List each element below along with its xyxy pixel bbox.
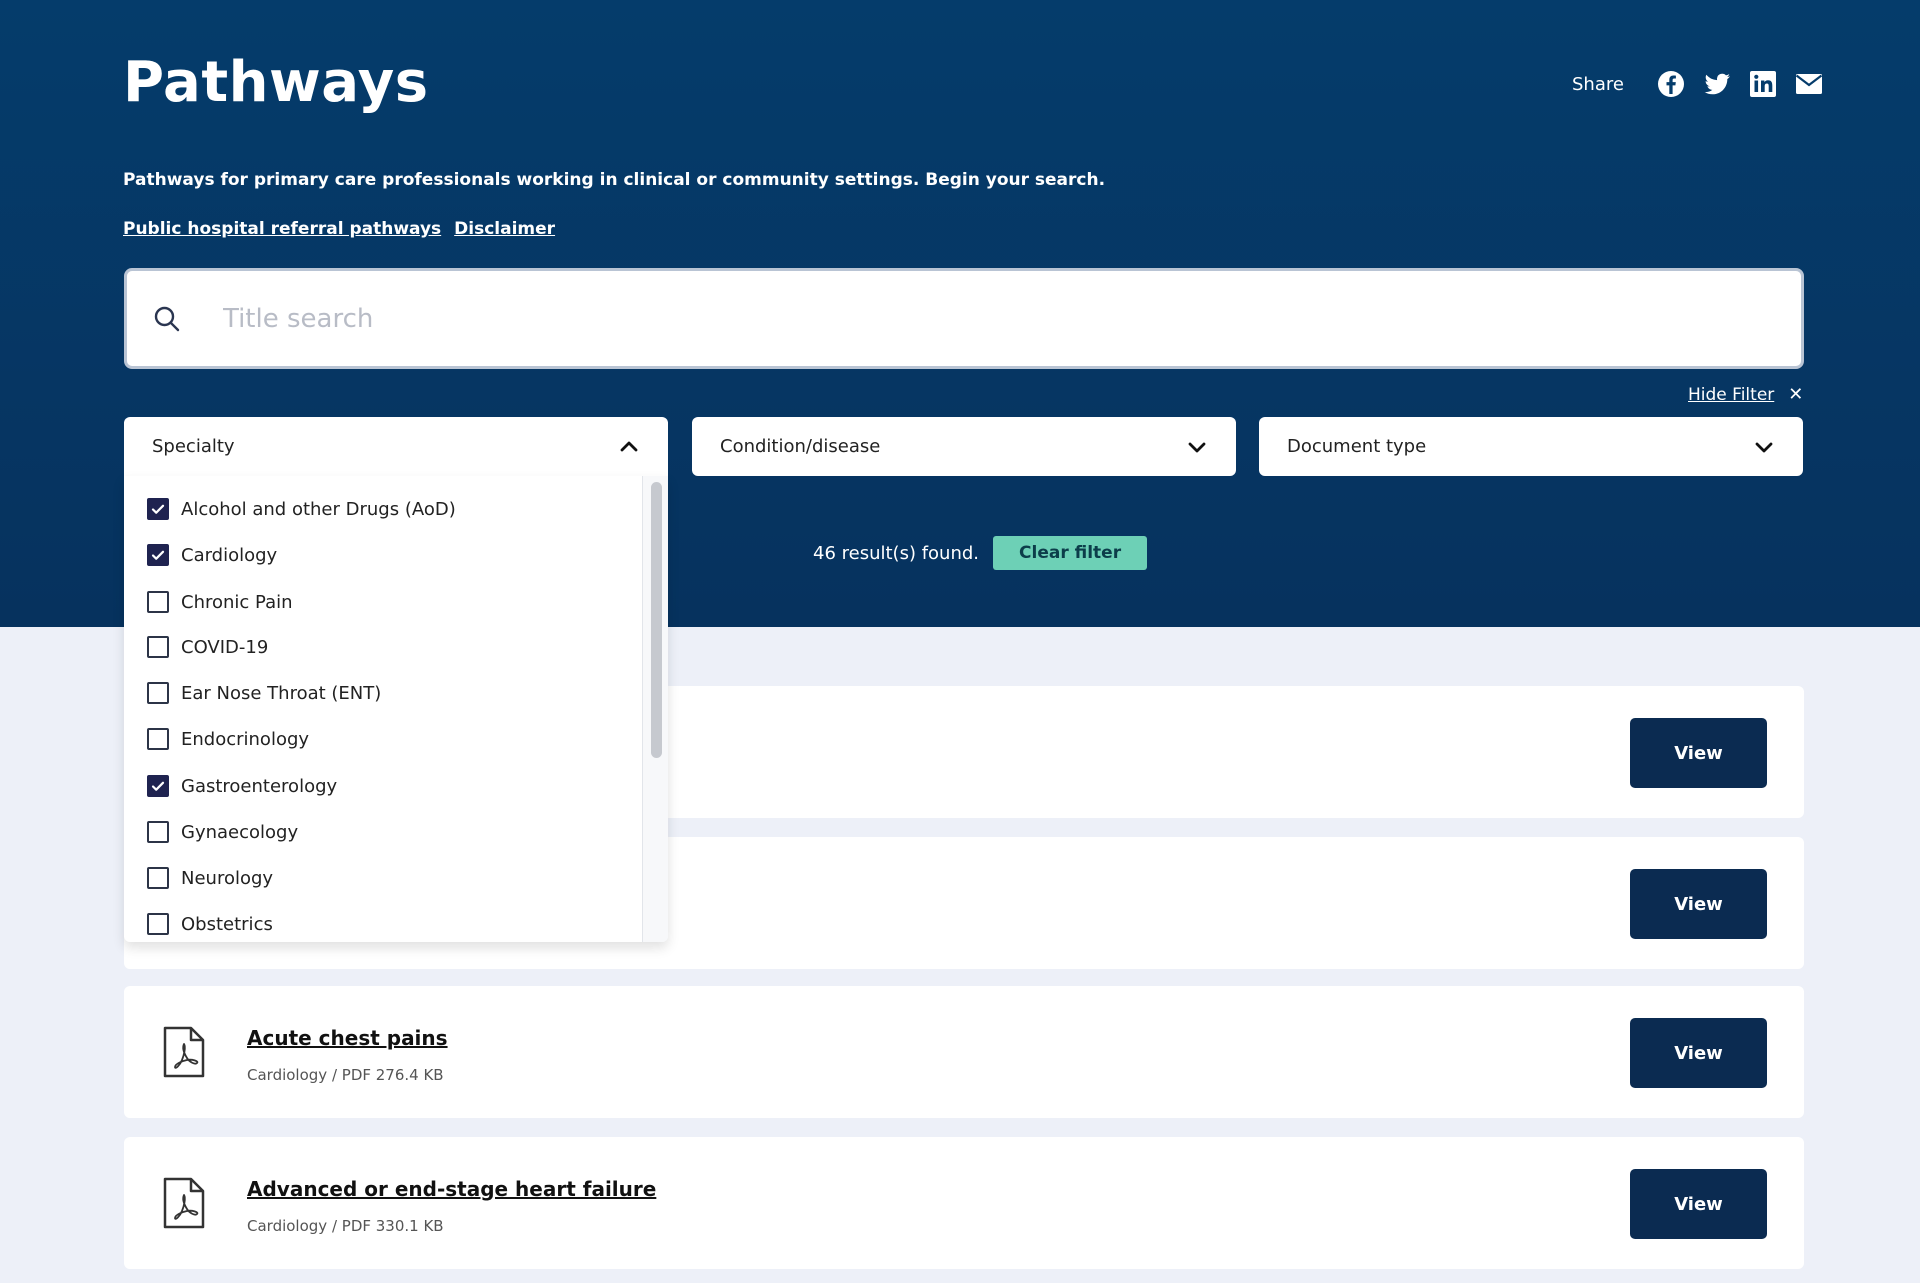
view-button[interactable]: View [1630, 718, 1767, 788]
result-title-link[interactable]: Advanced or end-stage heart failure [247, 1177, 656, 1201]
specialty-option-label: Neurology [181, 867, 274, 889]
linkedin-icon[interactable] [1748, 69, 1778, 99]
checkbox[interactable] [147, 821, 169, 843]
document-type-filter-label: Document type [1287, 436, 1427, 457]
checkbox-checked[interactable] [147, 775, 169, 797]
result-title-link[interactable]: Acute chest pains [247, 1026, 448, 1050]
specialty-filter-label: Specialty [152, 436, 235, 457]
checkbox[interactable] [147, 728, 169, 750]
results-bar: 46 result(s) found. Clear filter [813, 536, 1148, 570]
result-card: Advanced or end-stage heart failure Card… [124, 1137, 1804, 1269]
specialty-option-label: Alcohol and other Drugs (AoD) [181, 498, 456, 520]
specialty-option[interactable]: COVID-19 [147, 633, 268, 661]
specialty-option[interactable]: Ear Nose Throat (ENT) [147, 679, 381, 707]
page-title: Pathways [123, 50, 429, 115]
disclaimer-link[interactable]: Disclaimer [454, 219, 555, 239]
condition-filter-label: Condition/disease [720, 436, 881, 457]
pdf-document-icon [163, 1177, 205, 1229]
specialty-option[interactable]: Alcohol and other Drugs (AoD) [147, 495, 456, 523]
specialty-option-label: Ear Nose Throat (ENT) [181, 682, 382, 704]
specialty-option[interactable]: Neurology [147, 864, 273, 892]
specialty-option-label: COVID-19 [181, 636, 269, 658]
specialty-option-label: Chronic Pain [181, 591, 293, 613]
dropdown-scrollbar[interactable] [642, 476, 668, 942]
specialty-filter[interactable]: Specialty [124, 417, 668, 476]
specialty-option-label: Gynaecology [181, 821, 299, 843]
specialty-option-label: Obstetrics [181, 913, 273, 935]
search-input[interactable] [223, 303, 1723, 334]
result-meta: Cardiology / PDF 276.4 KB [247, 1066, 444, 1084]
top-links: Public hospital referral pathways Discla… [123, 219, 555, 239]
share-label: Share [1572, 73, 1624, 95]
specialty-options: Alcohol and other Drugs (AoD) Cardiology… [124, 476, 642, 942]
pdf-document-icon [163, 1026, 205, 1078]
specialty-option[interactable]: Chronic Pain [147, 588, 293, 616]
hide-filter-button[interactable]: Hide Filter ✕ [1688, 384, 1803, 405]
specialty-dropdown: Alcohol and other Drugs (AoD) Cardiology… [124, 476, 668, 942]
checkbox[interactable] [147, 636, 169, 658]
checkbox[interactable] [147, 913, 169, 935]
specialty-option[interactable]: Gynaecology [147, 818, 298, 846]
specialty-option-label: Endocrinology [181, 728, 310, 750]
condition-filter[interactable]: Condition/disease [692, 417, 1236, 476]
view-button[interactable]: View [1630, 869, 1767, 939]
view-button[interactable]: View [1630, 1169, 1767, 1239]
result-meta: Cardiology / PDF 330.1 KB [247, 1217, 444, 1235]
specialty-option-label: Cardiology [181, 544, 278, 566]
clear-filter-button[interactable]: Clear filter [993, 536, 1148, 570]
search-box [124, 268, 1804, 369]
results-count: 46 result(s) found. [813, 542, 980, 564]
document-type-filter[interactable]: Document type [1259, 417, 1803, 476]
hide-filter-label: Hide Filter [1688, 384, 1775, 405]
checkbox-checked[interactable] [147, 498, 169, 520]
chevron-down-icon [1188, 442, 1206, 452]
intro-text: Pathways for primary care professionals … [123, 170, 1106, 190]
public-hospital-referral-link[interactable]: Public hospital referral pathways [123, 219, 441, 239]
result-card: Acute chest pains Cardiology / PDF 276.4… [124, 986, 1804, 1118]
checkbox[interactable] [147, 591, 169, 613]
checkbox[interactable] [147, 867, 169, 889]
chevron-up-icon [620, 441, 638, 451]
checkbox-checked[interactable] [147, 544, 169, 566]
twitter-icon[interactable] [1702, 69, 1732, 99]
chevron-down-icon [1755, 442, 1773, 452]
specialty-option[interactable]: Endocrinology [147, 725, 309, 753]
facebook-icon[interactable] [1656, 69, 1686, 99]
view-button[interactable]: View [1630, 1018, 1767, 1088]
close-icon: ✕ [1788, 384, 1804, 405]
specialty-option[interactable]: Obstetrics [147, 910, 273, 938]
search-icon [151, 303, 183, 335]
email-icon[interactable] [1794, 69, 1824, 99]
specialty-option[interactable]: Gastroenterology [147, 772, 337, 800]
specialty-option[interactable]: Cardiology [147, 541, 277, 569]
scrollbar-thumb[interactable] [651, 482, 662, 758]
specialty-option-label: Gastroenterology [181, 775, 338, 797]
checkbox[interactable] [147, 682, 169, 704]
share-bar: Share [1572, 66, 1824, 102]
